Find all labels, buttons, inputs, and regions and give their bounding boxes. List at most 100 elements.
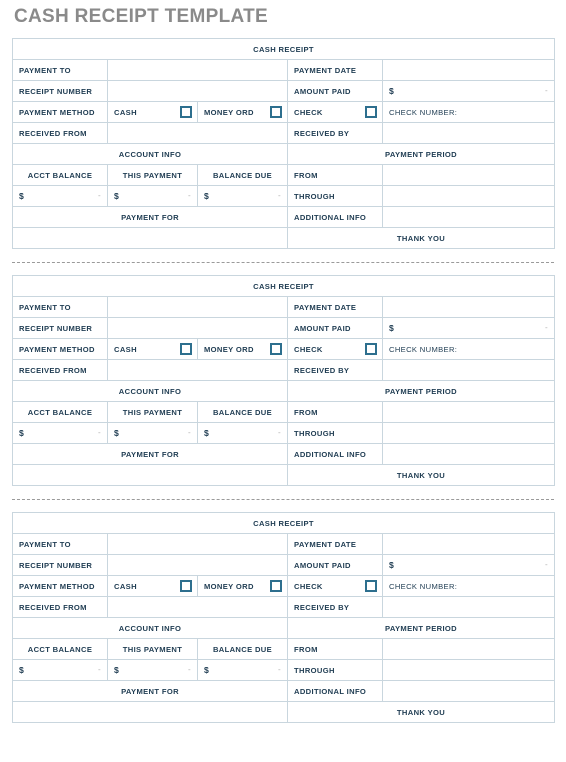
field-balance-due[interactable]: $ -: [197, 659, 288, 681]
cash-receipt-block: CASH RECEIPT PAYMENT TO PAYMENT DATE REC…: [12, 38, 555, 249]
section-account-info: ACCOUNT INFO: [12, 143, 288, 165]
section-payment-for: PAYMENT FOR: [12, 680, 288, 702]
amount-placeholder-dash: -: [97, 191, 101, 200]
label-payment-method: PAYMENT METHOD: [12, 338, 108, 360]
checkbox-icon-money-order[interactable]: [270, 580, 282, 592]
checkbox-icon-money-order[interactable]: [270, 106, 282, 118]
amount-placeholder-dash: -: [544, 323, 548, 332]
field-received-by[interactable]: [382, 122, 555, 144]
label-from: FROM: [287, 401, 383, 423]
checkbox-icon-money-order[interactable]: [270, 343, 282, 355]
cut-line-separator: [12, 262, 554, 263]
field-receipt-number[interactable]: [107, 80, 288, 102]
field-received-from[interactable]: [107, 359, 288, 381]
amount-placeholder-dash: -: [544, 560, 548, 569]
field-received-from[interactable]: [107, 122, 288, 144]
field-this-payment[interactable]: $ -: [107, 185, 198, 207]
field-check-number[interactable]: CHECK NUMBER:: [382, 338, 555, 360]
field-payment-for[interactable]: [12, 701, 288, 723]
checkbox-icon-check[interactable]: [365, 106, 377, 118]
field-amount-paid[interactable]: $ -: [382, 317, 555, 339]
page-title: CASH RECEIPT TEMPLATE: [14, 6, 269, 27]
checkbox-icon-check[interactable]: [365, 343, 377, 355]
amount-placeholder-dash: -: [97, 428, 101, 437]
label-payment-to: PAYMENT TO: [12, 296, 108, 318]
receipt-header-title: CASH RECEIPT: [12, 512, 555, 534]
section-header-row: ACCOUNT INFO PAYMENT PERIOD: [12, 143, 555, 165]
field-this-payment[interactable]: $ -: [107, 659, 198, 681]
field-payment-to[interactable]: [107, 533, 288, 555]
field-acct-balance[interactable]: $ -: [12, 185, 108, 207]
payment-method-check[interactable]: CHECK: [287, 338, 383, 360]
section-account-info: ACCOUNT INFO: [12, 617, 288, 639]
field-received-from[interactable]: [107, 596, 288, 618]
field-from[interactable]: [382, 401, 555, 423]
field-through[interactable]: [382, 659, 555, 681]
field-payment-for[interactable]: [12, 464, 288, 486]
field-additional-info[interactable]: [382, 206, 555, 228]
label-received-by: RECEIVED BY: [287, 359, 383, 381]
field-receipt-number[interactable]: [107, 554, 288, 576]
table-row: RECEIPT NUMBER AMOUNT PAID $ -: [12, 317, 555, 339]
field-through[interactable]: [382, 422, 555, 444]
field-through[interactable]: [382, 185, 555, 207]
label-payment-date: PAYMENT DATE: [287, 296, 383, 318]
field-balance-due[interactable]: $ -: [197, 185, 288, 207]
receipt-table: CASH RECEIPT PAYMENT TO PAYMENT DATE REC…: [12, 38, 555, 249]
label-received-by: RECEIVED BY: [287, 122, 383, 144]
amount-placeholder-dash: -: [187, 428, 191, 437]
field-check-number[interactable]: CHECK NUMBER:: [382, 575, 555, 597]
field-received-by[interactable]: [382, 359, 555, 381]
payment-method-check[interactable]: CHECK: [287, 101, 383, 123]
payment-method-check[interactable]: CHECK: [287, 575, 383, 597]
receipt-header-row: CASH RECEIPT: [12, 512, 555, 534]
receipt-table: CASH RECEIPT PAYMENT TO PAYMENT DATE REC…: [12, 512, 555, 723]
amount-placeholder-dash: -: [97, 665, 101, 674]
column-header-this-payment: THIS PAYMENT: [107, 401, 198, 423]
amount-placeholder-dash: -: [544, 86, 548, 95]
field-acct-balance[interactable]: $ -: [12, 659, 108, 681]
field-payment-to[interactable]: [107, 59, 288, 81]
field-payment-for[interactable]: [12, 227, 288, 249]
payment-method-money-order[interactable]: MONEY ORD: [197, 338, 288, 360]
section-account-info: ACCOUNT INFO: [12, 380, 288, 402]
payment-method-cash[interactable]: CASH: [107, 101, 198, 123]
field-payment-date[interactable]: [382, 59, 555, 81]
label-through: THROUGH: [287, 659, 383, 681]
payment-method-check-label: CHECK: [294, 344, 323, 354]
field-acct-balance[interactable]: $ -: [12, 422, 108, 444]
field-receipt-number[interactable]: [107, 317, 288, 339]
label-payment-to: PAYMENT TO: [12, 533, 108, 555]
label-receipt-number: RECEIPT NUMBER: [12, 317, 108, 339]
currency-symbol: $: [19, 191, 25, 201]
payment-method-row: PAYMENT METHOD CASH MONEY ORD CHECK CHEC…: [12, 575, 555, 597]
checkbox-icon-check[interactable]: [365, 580, 377, 592]
field-balance-due[interactable]: $ -: [197, 422, 288, 444]
field-additional-info[interactable]: [382, 443, 555, 465]
column-header-balance-due: BALANCE DUE: [197, 164, 288, 186]
cash-receipt-page: CASH RECEIPT TEMPLATE CASH RECEIPT PAYME…: [0, 0, 566, 723]
field-additional-info[interactable]: [382, 680, 555, 702]
payment-method-money-order-label: MONEY ORD: [204, 581, 254, 591]
payment-method-cash[interactable]: CASH: [107, 338, 198, 360]
field-from[interactable]: [382, 164, 555, 186]
payment-method-money-order[interactable]: MONEY ORD: [197, 101, 288, 123]
field-from[interactable]: [382, 638, 555, 660]
field-payment-date[interactable]: [382, 533, 555, 555]
field-check-number[interactable]: CHECK NUMBER:: [382, 101, 555, 123]
checkbox-icon-cash[interactable]: [180, 580, 192, 592]
field-received-by[interactable]: [382, 596, 555, 618]
field-payment-date[interactable]: [382, 296, 555, 318]
payment-method-money-order[interactable]: MONEY ORD: [197, 575, 288, 597]
payment-method-cash[interactable]: CASH: [107, 575, 198, 597]
checkbox-icon-cash[interactable]: [180, 106, 192, 118]
field-amount-paid[interactable]: $ -: [382, 554, 555, 576]
field-this-payment[interactable]: $ -: [107, 422, 198, 444]
section-payment-for: PAYMENT FOR: [12, 443, 288, 465]
checkbox-icon-cash[interactable]: [180, 343, 192, 355]
field-payment-to[interactable]: [107, 296, 288, 318]
section-payment-period: PAYMENT PERIOD: [287, 143, 555, 165]
column-header-this-payment: THIS PAYMENT: [107, 164, 198, 186]
field-amount-paid[interactable]: $ -: [382, 80, 555, 102]
amount-placeholder-dash: -: [277, 665, 281, 674]
